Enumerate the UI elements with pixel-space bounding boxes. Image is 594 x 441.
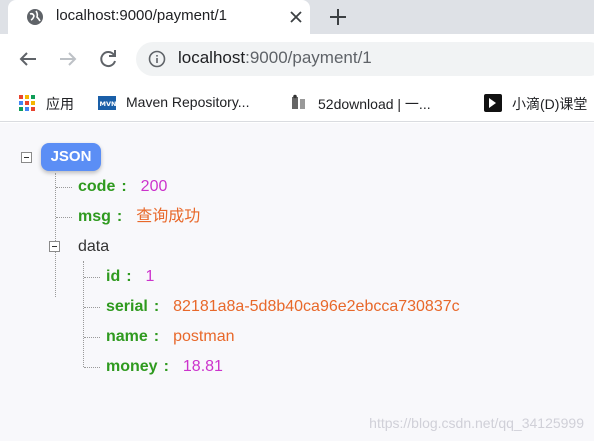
watermark: https://blog.csdn.net/qq_34125999 <box>369 415 584 431</box>
back-arrow-icon[interactable] <box>16 47 40 71</box>
json-value-number: 18.81 <box>182 358 223 375</box>
tab-title: localhost:9000/payment/1 <box>56 7 227 24</box>
json-key: money <box>106 358 158 375</box>
tree-line <box>56 187 72 188</box>
bookmark-label: 52download | 一... <box>318 96 431 112</box>
json-colon: : <box>121 178 127 195</box>
json-row-name: name: postman <box>106 326 235 348</box>
json-viewer: JSON code:200 msg: 查询成功 data id:1 serial:… <box>0 123 594 441</box>
tab-strip: localhost:9000/payment/1 <box>0 0 594 34</box>
tree-line <box>84 277 100 278</box>
tree-line <box>56 217 72 218</box>
close-icon[interactable] <box>288 9 304 25</box>
json-key: code <box>78 178 116 195</box>
json-colon: : <box>126 268 132 285</box>
url-path: :9000/payment/1 <box>245 48 372 67</box>
bookmark-maven[interactable]: MVN Maven Repository... <box>98 92 278 114</box>
json-value-number: 1 <box>145 268 155 285</box>
new-tab-icon[interactable] <box>326 5 350 29</box>
json-value-string: 82181a8a-5d8b40ca96e2ebcca730837c <box>173 298 460 315</box>
json-key: name <box>106 328 148 345</box>
json-colon: : <box>116 208 123 225</box>
browser-window: localhost:9000/payment/1 localhost:9000/… <box>0 0 594 441</box>
address-bar[interactable]: localhost:9000/payment/1 <box>136 42 594 76</box>
info-icon[interactable] <box>148 50 166 68</box>
bookmark-apps[interactable]: 应用 <box>18 92 88 114</box>
url-host: localhost <box>178 48 246 67</box>
url-text[interactable]: localhost:9000/payment/1 <box>178 48 372 68</box>
json-value-string: postman <box>173 328 235 345</box>
tree-line <box>55 173 56 297</box>
json-row-msg: msg: 查询成功 <box>78 206 200 228</box>
globe-icon <box>27 9 43 25</box>
download-site-icon <box>292 94 305 109</box>
json-row-serial: serial:82181a8a-5d8b40ca96e2ebcca730837c <box>106 296 460 318</box>
bookmarks-bar: 应用 MVN Maven Repository... 52download | … <box>0 84 594 122</box>
json-colon: : <box>163 358 169 375</box>
json-row-data: data <box>78 236 109 258</box>
toolbar: localhost:9000/payment/1 <box>0 34 594 84</box>
bookmark-label: 应用 <box>46 96 74 112</box>
collapse-toggle-root[interactable] <box>21 152 32 163</box>
reload-icon[interactable] <box>96 47 120 71</box>
json-key: id <box>106 268 121 285</box>
json-colon: : <box>153 328 160 345</box>
tree-line <box>84 307 100 308</box>
svg-text:MVN: MVN <box>100 100 117 108</box>
json-key: msg <box>78 208 111 225</box>
apps-grid-icon <box>19 95 35 111</box>
bookmark-label: 小滴(D)课堂 <box>512 96 588 112</box>
json-key-object: data <box>78 238 110 255</box>
tree-line <box>84 337 100 338</box>
forward-arrow-icon[interactable] <box>56 47 80 71</box>
json-value-string: 查询成功 <box>136 208 201 225</box>
json-row-code: code:200 <box>78 176 167 198</box>
json-key: serial <box>106 298 148 315</box>
bookmark-label: Maven Repository... <box>126 94 250 110</box>
xiaodi-icon <box>484 94 502 112</box>
collapse-toggle-data[interactable] <box>49 241 60 252</box>
json-row-id: id:1 <box>106 266 154 288</box>
json-value-number: 200 <box>140 178 168 195</box>
tree-line <box>84 367 100 368</box>
active-tab[interactable]: localhost:9000/payment/1 <box>8 0 310 34</box>
bookmark-52download[interactable]: 52download | 一... <box>290 92 460 114</box>
bookmark-xiaodi[interactable]: 小滴(D)课堂 <box>484 92 594 114</box>
json-row-money: money:18.81 <box>106 356 223 378</box>
json-colon: : <box>153 298 160 315</box>
mvn-icon: MVN <box>98 96 117 110</box>
json-root-badge[interactable]: JSON <box>41 143 101 171</box>
